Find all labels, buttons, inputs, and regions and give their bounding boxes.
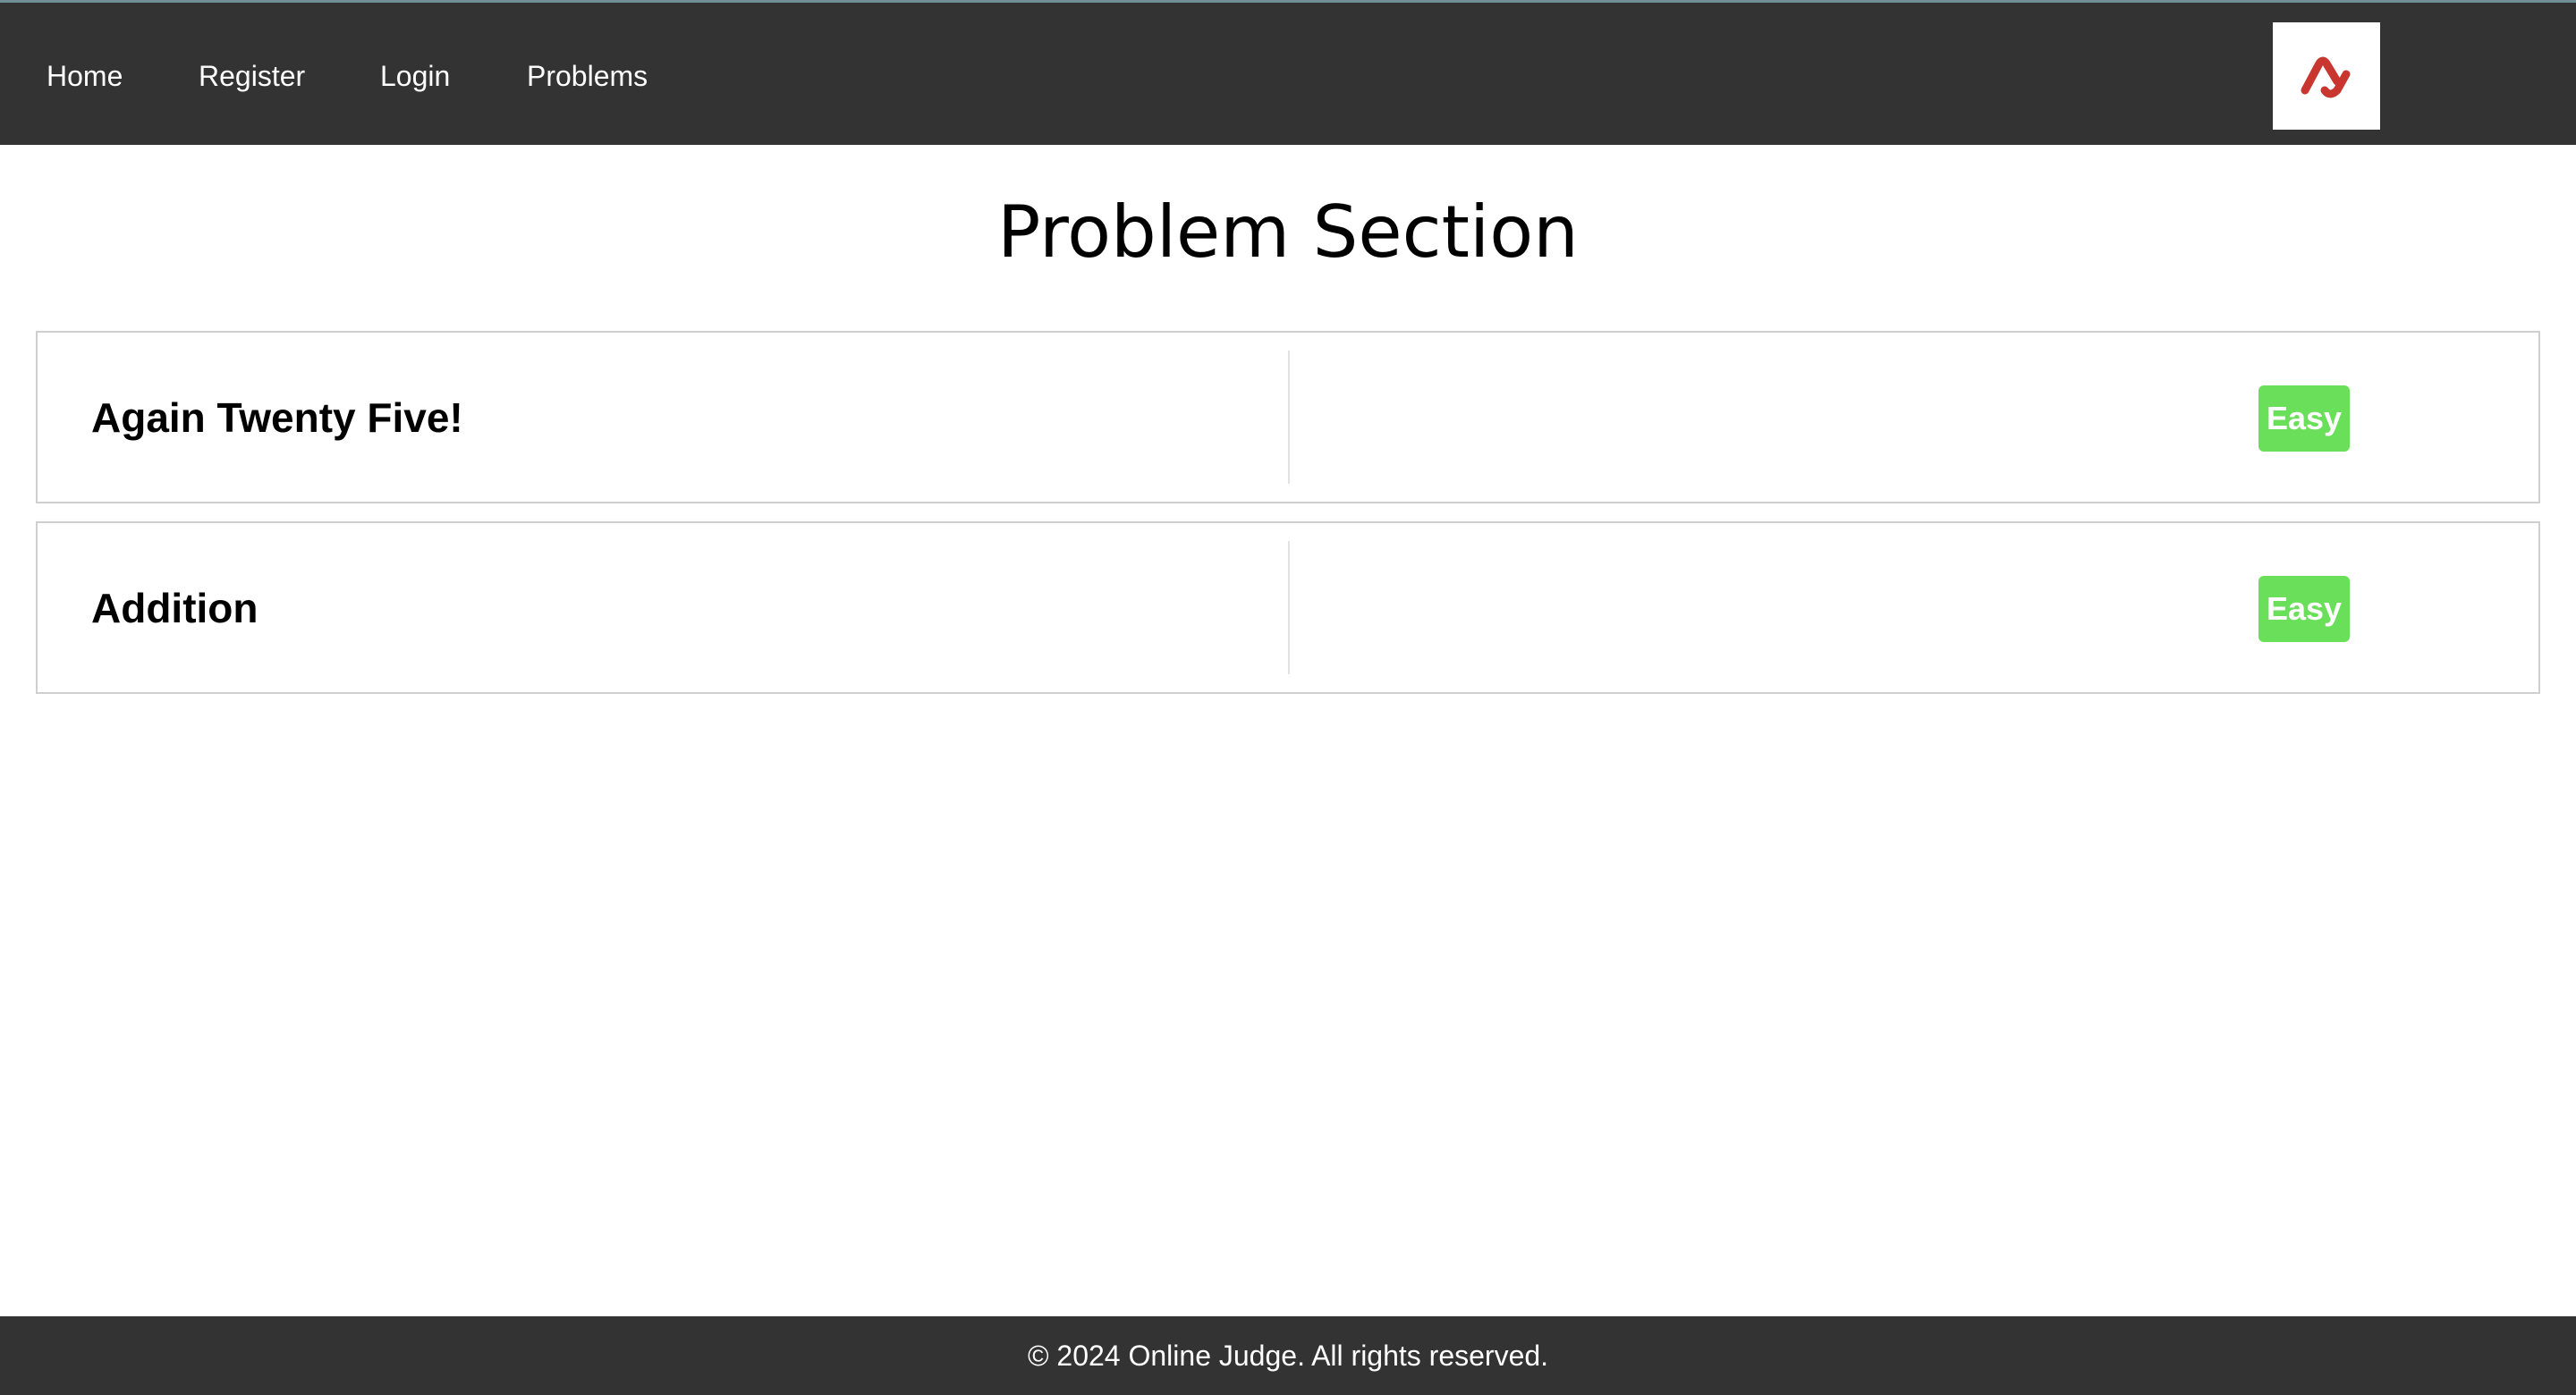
logo-icon [2301, 56, 2351, 98]
nav-link-problems[interactable]: Problems [527, 58, 648, 94]
problem-title[interactable]: Again Twenty Five! [91, 333, 463, 502]
problem-card[interactable]: Again Twenty Five! Easy [36, 331, 2540, 503]
nav-link-home[interactable]: Home [47, 58, 123, 94]
logo[interactable] [2273, 22, 2380, 130]
card-divider [1288, 541, 1290, 674]
difficulty-badge: Easy [2258, 385, 2350, 452]
footer: © 2024 Online Judge. All rights reserved… [0, 1316, 2576, 1395]
nav-link-register[interactable]: Register [199, 58, 305, 94]
top-navbar: Home Register Login Problems [0, 0, 2576, 145]
page-title: Problem Section [997, 190, 1579, 274]
nav-link-login[interactable]: Login [380, 58, 450, 94]
difficulty-badge: Easy [2258, 576, 2350, 642]
card-divider [1288, 351, 1290, 484]
problem-title[interactable]: Addition [91, 523, 258, 692]
problem-card[interactable]: Addition Easy [36, 521, 2540, 694]
footer-copyright: © 2024 Online Judge. All rights reserved… [1027, 1339, 1549, 1372]
